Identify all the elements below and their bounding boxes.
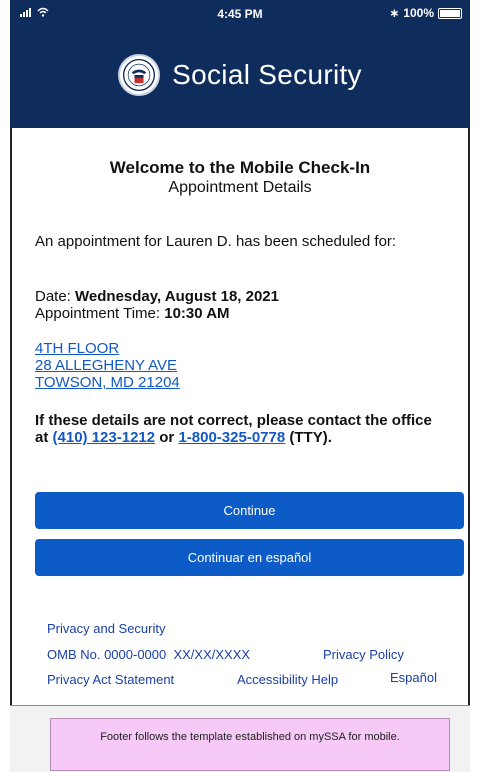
continue-spanish-button[interactable]: Continuar en español [35, 539, 464, 576]
address-line-2[interactable]: 28 ALLEGHENY AVE [35, 357, 177, 374]
espanol-link[interactable]: Español [390, 670, 437, 685]
bluetooth-icon: ∗ [389, 6, 400, 20]
appointment-intro: An appointment for Lauren D. has been sc… [35, 233, 397, 250]
brand: Social Security [10, 50, 470, 100]
welcome-title: Welcome to the Mobile Check-In [109, 158, 371, 177]
time-label: Appointment Time: [35, 305, 165, 322]
ssa-seal-icon [118, 54, 161, 96]
office-phone-link[interactable]: (410) 123-1212 [53, 429, 156, 446]
privacy-policy-link[interactable]: Privacy Policy [323, 647, 404, 662]
welcome-subtitle: Appointment Details [168, 179, 312, 196]
status-bar: 4:45 PM ∗ 100% [10, 0, 470, 26]
omb-number: OMB No. 0000-0000 XX/XX/XXXX [47, 647, 251, 662]
accessibility-help-link[interactable]: Accessibility Help [237, 672, 338, 687]
tty-phone-link[interactable]: 1-800-325-0778 [178, 429, 285, 446]
brand-name: Social Security [172, 59, 362, 90]
contact-text-2: or [155, 429, 179, 446]
appointment-time: Appointment Time: 10:30 AM [35, 305, 455, 322]
office-address: 4TH FLOOR 28 ALLEGHENY AVE TOWSON, MD 21… [35, 340, 455, 391]
annotation-note: Footer follows the template established … [50, 718, 450, 771]
date-value: Wednesday, August 18, 2021 [75, 288, 279, 305]
privacy-security-link[interactable]: Privacy and Security [47, 621, 166, 636]
address-line-3[interactable]: TOWSON, MD 21204 [35, 374, 180, 391]
app-header: 4:45 PM ∗ 100% Social Security [10, 0, 470, 128]
privacy-act-link[interactable]: Privacy Act Statement [47, 672, 174, 687]
continue-button[interactable]: Continue [35, 492, 464, 529]
time-value: 10:30 AM [164, 305, 230, 322]
date-label: Date: [35, 288, 76, 305]
battery-icon [438, 7, 462, 19]
contact-message: If these details are not correct, please… [35, 412, 440, 446]
status-right: ∗ 100% [389, 6, 462, 20]
battery-percent: 100% [403, 6, 434, 20]
contact-text-3: (TTY). [285, 429, 332, 446]
address-line-1[interactable]: 4TH FLOOR [35, 340, 119, 357]
appointment-date: Date: Wednesday, August 18, 2021 [35, 288, 455, 305]
